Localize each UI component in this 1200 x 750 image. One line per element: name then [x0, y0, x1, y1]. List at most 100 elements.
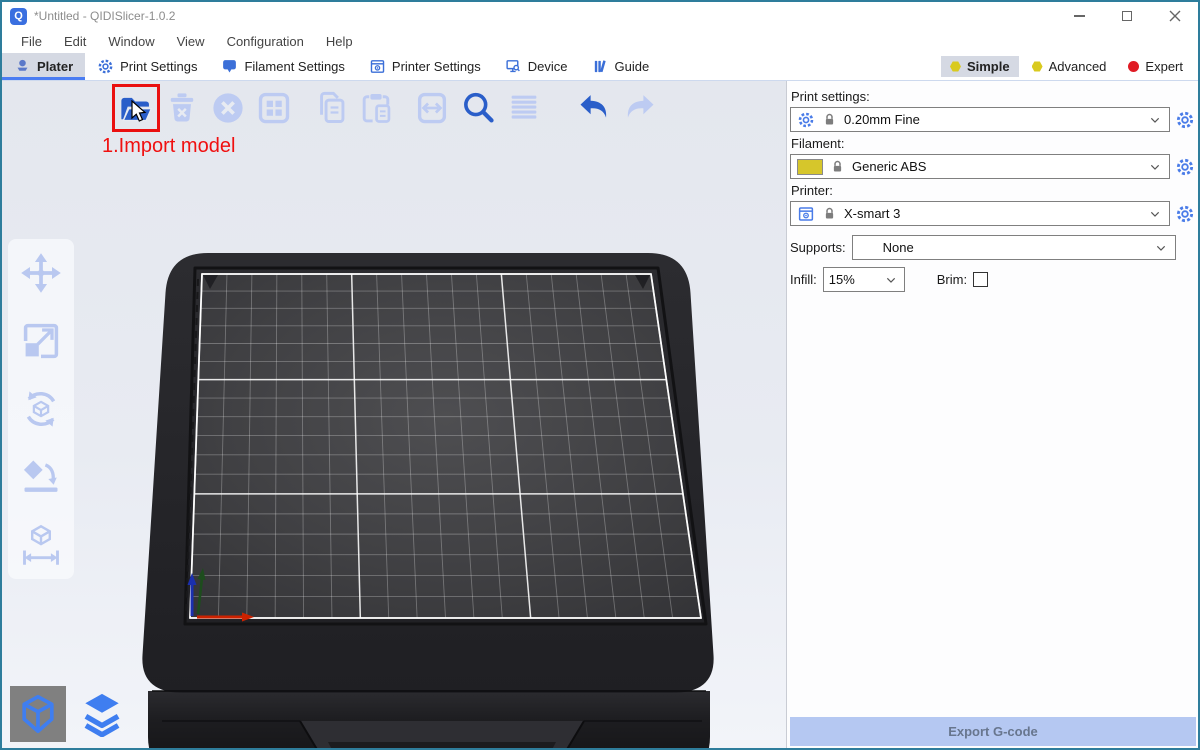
tab-label: Device: [528, 59, 568, 74]
rotate-icon: [19, 387, 63, 431]
edit-printer-button[interactable]: [1174, 203, 1196, 225]
mode-simple[interactable]: Simple: [941, 56, 1019, 77]
filament-value: Generic ABS: [852, 159, 1140, 174]
x-circle-icon: [210, 90, 246, 126]
undo-button[interactable]: [571, 85, 617, 131]
infill-value: 15%: [829, 272, 879, 287]
menu-file[interactable]: File: [10, 34, 53, 49]
tab-bar: Plater Print Settings Filament Settings …: [2, 53, 1198, 81]
preview-view-button[interactable]: [74, 686, 130, 742]
3d-editor-view-button[interactable]: [10, 686, 66, 742]
maximize-icon: [1122, 11, 1132, 21]
minimize-icon: [1074, 15, 1085, 17]
paste-button[interactable]: [353, 85, 399, 131]
app-logo-icon: Q: [10, 8, 27, 25]
gear-icon: [1175, 157, 1195, 177]
simple-mode-icon: [950, 61, 961, 72]
menu-bar: File Edit Window View Configuration Help: [2, 30, 1198, 53]
place-on-face-button[interactable]: [17, 453, 65, 501]
minimize-button[interactable]: [1072, 9, 1086, 23]
annotation-import-model: 1.Import model: [102, 135, 235, 158]
mode-label: Advanced: [1049, 59, 1107, 74]
lock-icon: [822, 112, 837, 127]
chevron-down-icon: [1153, 240, 1169, 256]
gear-icon: [1175, 110, 1195, 130]
close-icon: [1169, 10, 1181, 22]
tab-printer-settings[interactable]: Printer Settings: [357, 53, 493, 80]
tab-guide[interactable]: Guide: [580, 53, 662, 80]
tab-label: Printer Settings: [392, 59, 481, 74]
brim-checkbox[interactable]: [973, 272, 988, 287]
tab-label: Plater: [37, 59, 73, 74]
menu-view[interactable]: View: [166, 34, 216, 49]
magnifier-icon: [460, 90, 496, 126]
menu-edit[interactable]: Edit: [53, 34, 97, 49]
menu-help[interactable]: Help: [315, 34, 364, 49]
move-icon: [19, 251, 63, 295]
trash-icon: [164, 90, 200, 126]
infill-dropdown[interactable]: 15%: [823, 267, 905, 292]
print-settings-dropdown[interactable]: 0.20mm Fine: [790, 107, 1170, 132]
menu-window[interactable]: Window: [97, 34, 165, 49]
edit-filament-button[interactable]: [1174, 156, 1196, 178]
delete-button[interactable]: [159, 85, 205, 131]
app-window: Q *Untitled - QIDISlicer-1.0.2 File Edit…: [0, 0, 1200, 750]
scale-gizmo-button[interactable]: [17, 317, 65, 365]
mode-label: Expert: [1145, 59, 1183, 74]
search-button[interactable]: [455, 85, 501, 131]
supports-dropdown[interactable]: None: [852, 235, 1176, 260]
filament-dropdown[interactable]: Generic ABS: [790, 154, 1170, 179]
chevron-down-icon: [883, 272, 899, 288]
printer-value: X-smart 3: [844, 206, 1140, 221]
move-gizmo-button[interactable]: [17, 249, 65, 297]
rotate-gizmo-button[interactable]: [17, 385, 65, 433]
scale-icon: [19, 319, 63, 363]
gizmo-toolbar: [8, 239, 74, 579]
tab-label: Print Settings: [120, 59, 197, 74]
export-gcode-button[interactable]: Export G-code: [790, 717, 1196, 746]
arrange-icon: [256, 90, 292, 126]
close-button[interactable]: [1168, 9, 1182, 23]
tab-print-settings[interactable]: Print Settings: [85, 53, 209, 80]
printer-dropdown[interactable]: X-smart 3: [790, 201, 1170, 226]
maximize-button[interactable]: [1120, 9, 1134, 23]
advanced-mode-icon: [1032, 61, 1043, 72]
print-settings-value: 0.20mm Fine: [844, 112, 1140, 127]
layers-stack-icon: [79, 691, 125, 737]
variable-layer-height-button[interactable]: [501, 85, 547, 131]
copy-icon: [312, 90, 348, 126]
undo-arrow-icon: [576, 90, 612, 126]
printer-label: Printer:: [791, 183, 1195, 198]
printer-icon: [797, 205, 815, 223]
device-icon: [505, 58, 522, 75]
print-settings-label: Print settings:: [791, 89, 1195, 104]
tab-label: Filament Settings: [244, 59, 344, 74]
split-button[interactable]: [409, 85, 455, 131]
redo-arrow-icon: [622, 90, 658, 126]
menu-configuration[interactable]: Configuration: [216, 34, 315, 49]
tab-device[interactable]: Device: [493, 53, 580, 80]
place-on-face-icon: [19, 455, 63, 499]
redo-button[interactable]: [617, 85, 663, 131]
chevron-down-icon: [1147, 112, 1163, 128]
gear-icon: [97, 58, 114, 75]
filament-label: Filament:: [791, 136, 1195, 151]
gear-icon: [797, 111, 815, 129]
copy-button[interactable]: [307, 85, 353, 131]
mode-advanced[interactable]: Advanced: [1023, 56, 1116, 77]
chevron-down-icon: [1147, 206, 1163, 222]
tab-plater[interactable]: Plater: [2, 53, 85, 80]
view-toolbar: [10, 686, 130, 742]
edit-print-settings-button[interactable]: [1174, 109, 1196, 131]
mode-expert[interactable]: Expert: [1119, 56, 1192, 77]
window-title: *Untitled - QIDISlicer-1.0.2: [34, 9, 175, 23]
brim-label: Brim:: [937, 272, 967, 287]
3d-viewport[interactable]: 1.Import model: [2, 81, 786, 748]
delete-all-button[interactable]: [205, 85, 251, 131]
arrange-button[interactable]: [251, 85, 297, 131]
measure-button[interactable]: [17, 521, 65, 569]
cube-3d-icon: [15, 691, 61, 737]
build-plate-scene: [2, 81, 786, 748]
split-window-icon: [414, 90, 450, 126]
tab-filament-settings[interactable]: Filament Settings: [209, 53, 356, 80]
